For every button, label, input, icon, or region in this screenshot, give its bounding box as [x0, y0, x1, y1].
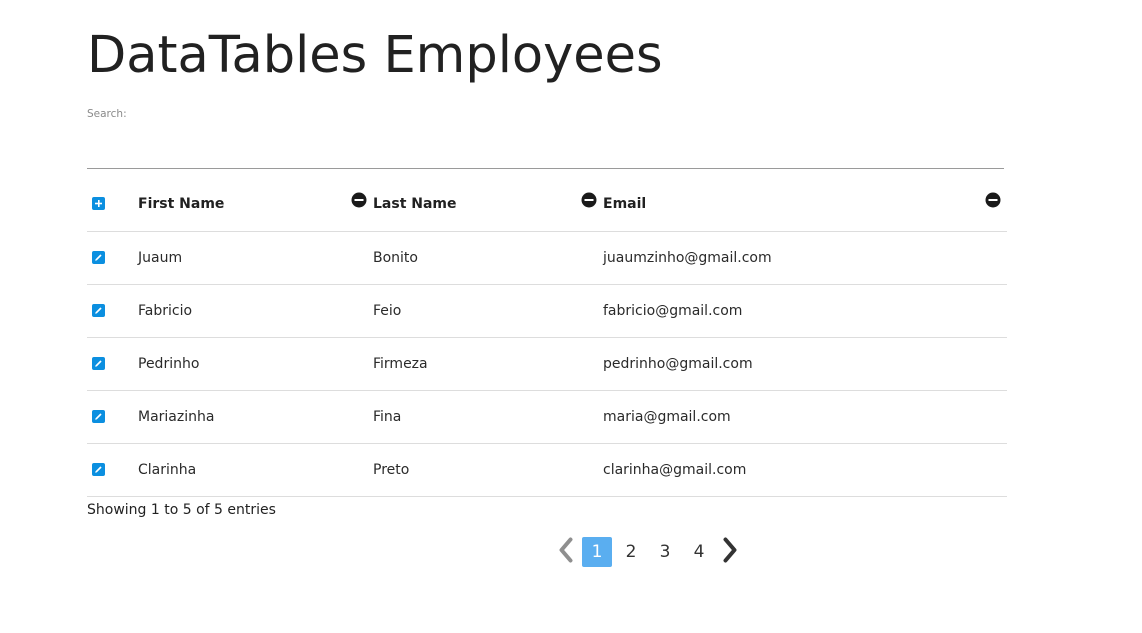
cell-last-name: Firmeza	[373, 355, 428, 372]
cell-last-name: Fina	[373, 408, 402, 425]
cell-first-name: Fabricio	[138, 302, 193, 319]
plus-square-icon[interactable]	[92, 197, 105, 211]
cell-email: clarinha@gmail.com	[603, 461, 747, 478]
table-row: Mariazinha Fina maria@gmail.com	[87, 390, 1007, 443]
cell-email: fabricio@gmail.com	[603, 302, 743, 319]
table-row: Fabricio Feio fabricio@gmail.com	[87, 284, 1007, 337]
table-row: Clarinha Preto clarinha@gmail.com	[87, 443, 1007, 496]
edit-pencil-icon[interactable]	[92, 251, 105, 264]
cell-first-name: Clarinha	[138, 461, 197, 478]
employees-table: First Name Last Name Email Juaum Bonito …	[87, 177, 1007, 497]
page-button-1[interactable]: 1	[582, 537, 612, 567]
minus-circle-icon[interactable]	[985, 192, 1001, 208]
table-info: Showing 1 to 5 of 5 entries	[87, 502, 276, 518]
cell-first-name: Pedrinho	[138, 355, 200, 372]
row-control-cell	[87, 337, 138, 390]
column-header-label: Last Name	[373, 195, 457, 212]
column-header-last-name[interactable]: Last Name	[373, 177, 603, 232]
row-control-cell	[87, 231, 138, 284]
column-header-email[interactable]: Email	[603, 177, 1007, 232]
page-button-2[interactable]: 2	[616, 537, 646, 567]
column-header-label: First Name	[138, 195, 225, 212]
row-control-cell	[87, 443, 138, 496]
cell-last-name: Feio	[373, 302, 402, 319]
column-header-first-name[interactable]: First Name	[138, 177, 373, 232]
pagination: 1 2 3 4	[552, 536, 744, 568]
page-button-4[interactable]: 4	[684, 537, 714, 567]
page-title: DataTables Employees	[87, 26, 663, 85]
cell-email: pedrinho@gmail.com	[603, 355, 753, 372]
cell-email: maria@gmail.com	[603, 408, 731, 425]
table-row: Pedrinho Firmeza pedrinho@gmail.com	[87, 337, 1007, 390]
search-area: Search:	[87, 108, 1004, 169]
edit-pencil-icon[interactable]	[92, 304, 105, 317]
chevron-left-icon	[558, 537, 574, 567]
minus-circle-icon[interactable]	[581, 192, 597, 208]
search-input[interactable]	[87, 134, 1004, 169]
row-control-cell	[87, 284, 138, 337]
edit-pencil-icon[interactable]	[92, 357, 105, 370]
previous-page-button[interactable]	[552, 536, 580, 568]
table-row: Juaum Bonito juaumzinho@gmail.com	[87, 231, 1007, 284]
column-header-label: Email	[603, 195, 647, 212]
row-control-cell	[87, 390, 138, 443]
table-header-row: First Name Last Name Email	[87, 177, 1007, 232]
chevron-right-icon	[722, 537, 738, 567]
cell-last-name: Preto	[373, 461, 410, 478]
edit-pencil-icon[interactable]	[92, 463, 105, 476]
next-page-button[interactable]	[716, 536, 744, 568]
page-button-3[interactable]: 3	[650, 537, 680, 567]
search-label: Search:	[87, 108, 127, 120]
minus-circle-icon[interactable]	[351, 192, 367, 208]
cell-first-name: Juaum	[138, 249, 183, 266]
cell-last-name: Bonito	[373, 249, 418, 266]
cell-first-name: Mariazinha	[138, 408, 215, 425]
control-column-header	[87, 177, 138, 232]
page: DataTables Employees Search: First Name	[0, 0, 1142, 633]
edit-pencil-icon[interactable]	[92, 410, 105, 423]
cell-email: juaumzinho@gmail.com	[603, 249, 772, 266]
